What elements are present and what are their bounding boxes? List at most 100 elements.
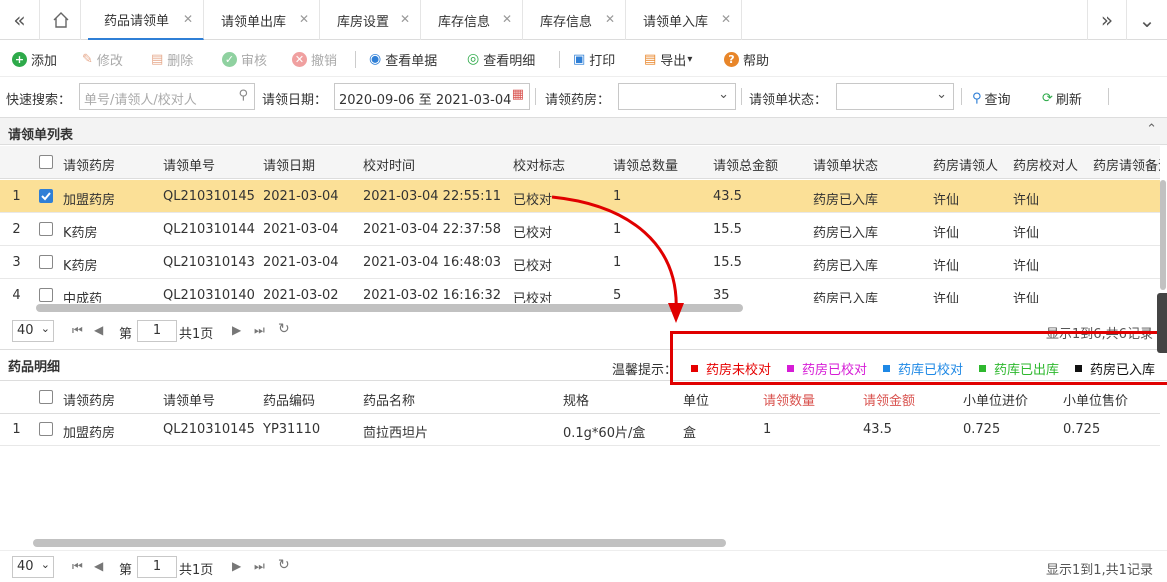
select-all-checkbox[interactable]: [39, 390, 53, 404]
row-number: 3: [12, 255, 21, 270]
page-size-select[interactable]: 40 ⌄: [12, 556, 54, 578]
col-header[interactable]: 请领数量: [763, 390, 815, 409]
col-header[interactable]: 药品编码: [263, 390, 315, 409]
row-checkbox[interactable]: [39, 288, 53, 302]
side-handle[interactable]: [1157, 293, 1167, 353]
export-button[interactable]: ▤ 导出 ▾: [644, 49, 692, 69]
row-number: 1: [12, 189, 21, 204]
close-icon[interactable]: ✕: [299, 12, 309, 26]
col-header[interactable]: 请领总数量: [613, 155, 678, 174]
eye-icon: ◎: [467, 51, 480, 67]
view-detail-button[interactable]: ◎ 查看明细: [467, 49, 535, 69]
date-range-input[interactable]: 2020-09-06 至 2021-03-04 ▦: [334, 83, 530, 110]
tab-stock-info-2[interactable]: 库存信息 ✕: [524, 0, 626, 40]
row-checkbox[interactable]: [39, 222, 53, 236]
close-icon[interactable]: ✕: [502, 12, 512, 26]
check-circle-icon: ✓: [222, 51, 237, 67]
tab-drug-requisition[interactable]: 药品请领单 ✕: [88, 0, 204, 40]
view-document-button[interactable]: ◉ 查看单据: [369, 49, 437, 69]
close-icon[interactable]: ✕: [400, 12, 410, 26]
delete-button[interactable]: ▤ 删除: [151, 49, 193, 69]
tab-stock-info[interactable]: 库存信息 ✕: [422, 0, 523, 40]
row-checkbox[interactable]: [39, 189, 53, 203]
cell-checker: 许仙: [1013, 259, 1040, 274]
col-header[interactable]: 药品名称: [363, 390, 415, 409]
revoke-button[interactable]: ✕ 撤销: [292, 49, 337, 69]
pharmacy-select[interactable]: ⌄: [618, 83, 736, 110]
detail-grid-header: 请领药房 请领单号 药品编码 药品名称 规格 单位 请领数量 请领金额 小单位进…: [0, 381, 1160, 414]
cell-checker: 许仙: [1013, 193, 1040, 208]
close-icon[interactable]: ✕: [721, 12, 731, 26]
add-button[interactable]: + 添加: [12, 49, 57, 69]
col-header[interactable]: 校对时间: [363, 155, 415, 174]
detail-horizontal-scrollbar[interactable]: [33, 539, 726, 547]
status-select[interactable]: ⌄: [836, 83, 954, 110]
delete-icon: ▤: [151, 51, 164, 67]
list-vertical-scrollbar[interactable]: [1160, 180, 1166, 290]
col-header[interactable]: 药房请领人: [933, 155, 998, 174]
col-header[interactable]: 请领日期: [263, 155, 315, 174]
col-header[interactable]: 单位: [683, 390, 709, 409]
search-icon: ⚲: [972, 90, 982, 106]
refresh-button[interactable]: ⟳ 刷新: [1042, 88, 1082, 108]
scroll-right-icon[interactable]: »: [1087, 0, 1127, 40]
calendar-icon[interactable]: ▦: [512, 87, 524, 102]
table-row[interactable]: 1 加盟药房 QL210310145 YP31110 茴拉西坦片 0.1g*60片/盒 盒 1…: [0, 413, 1160, 446]
col-header[interactable]: 请领单状态: [813, 155, 878, 174]
page-number-input[interactable]: 1: [137, 556, 177, 578]
query-button[interactable]: ⚲ 查询: [972, 88, 1011, 108]
audit-button[interactable]: ✓ 审核: [222, 49, 267, 69]
list-panel-title-text: 请领单列表: [8, 128, 74, 143]
next-page-icon[interactable]: ▶: [232, 323, 241, 337]
chevron-down-icon[interactable]: ⌄: [1127, 0, 1167, 40]
tab-warehouse-settings[interactable]: 库房设置 ✕: [321, 0, 421, 40]
col-header[interactable]: 小单位售价: [1063, 390, 1128, 409]
col-header[interactable]: 请领金额: [863, 390, 915, 409]
prev-page-icon[interactable]: ◀: [94, 323, 103, 337]
tab-requisition-outbound[interactable]: 请领单出库 ✕: [205, 0, 320, 40]
date-label: 请领日期：: [262, 93, 328, 108]
collapse-up-icon[interactable]: ⌃: [1146, 122, 1157, 137]
detail-panel-title-text: 药品明细: [8, 360, 61, 375]
close-icon[interactable]: ✕: [183, 12, 193, 26]
edit-button[interactable]: ✎ 修改: [82, 49, 123, 69]
tab-requisition-inbound[interactable]: 请领单入库 ✕: [627, 0, 742, 40]
add-label: 添加: [31, 53, 58, 69]
print-button[interactable]: ▣ 打印: [573, 49, 615, 69]
first-page-icon[interactable]: ⏮: [72, 559, 83, 574]
cell-requester: 许仙: [933, 226, 960, 241]
col-header[interactable]: 请领单号: [163, 155, 215, 174]
search-icon[interactable]: ⚲: [238, 88, 248, 103]
select-all-checkbox[interactable]: [39, 155, 53, 169]
pencil-icon: ✎: [82, 51, 93, 67]
help-button[interactable]: ? 帮助: [724, 49, 769, 69]
prev-page-icon[interactable]: ◀: [94, 559, 103, 573]
next-page-icon[interactable]: ▶: [232, 559, 241, 573]
reload-icon[interactable]: ↻: [278, 321, 290, 337]
page-number-input[interactable]: 1: [137, 320, 177, 342]
page-size-select[interactable]: 40 ⌄: [12, 320, 54, 342]
col-header[interactable]: 小单位进价: [963, 390, 1028, 409]
home-icon[interactable]: [41, 0, 81, 40]
col-header[interactable]: 请领药房: [63, 390, 115, 409]
row-checkbox[interactable]: [39, 255, 53, 269]
col-header[interactable]: 请领单号: [163, 390, 215, 409]
reload-icon[interactable]: ↻: [278, 557, 290, 573]
quick-search-input[interactable]: 单号/请领人/校对人 ⚲: [79, 83, 255, 110]
row-checkbox[interactable]: [39, 422, 53, 436]
cell-date: 2021-03-04: [263, 222, 339, 237]
first-page-icon[interactable]: ⏮: [72, 323, 83, 338]
last-page-icon[interactable]: ⏭: [254, 323, 265, 338]
last-page-icon[interactable]: ⏭: [254, 559, 265, 574]
col-header[interactable]: 药房请领备注: [1093, 155, 1160, 174]
col-header[interactable]: 请领药房: [63, 155, 115, 174]
row-number: 1: [12, 422, 21, 437]
cell-amount: 43.5: [713, 189, 742, 204]
close-icon[interactable]: ✕: [605, 12, 615, 26]
cell-status: 药房已入库: [813, 292, 879, 303]
col-header[interactable]: 药房校对人: [1013, 155, 1078, 174]
col-header[interactable]: 规格: [563, 390, 589, 409]
col-header[interactable]: 请领总金额: [713, 155, 778, 174]
col-header[interactable]: 校对标志: [513, 155, 565, 174]
collapse-left-icon[interactable]: «: [0, 0, 40, 40]
